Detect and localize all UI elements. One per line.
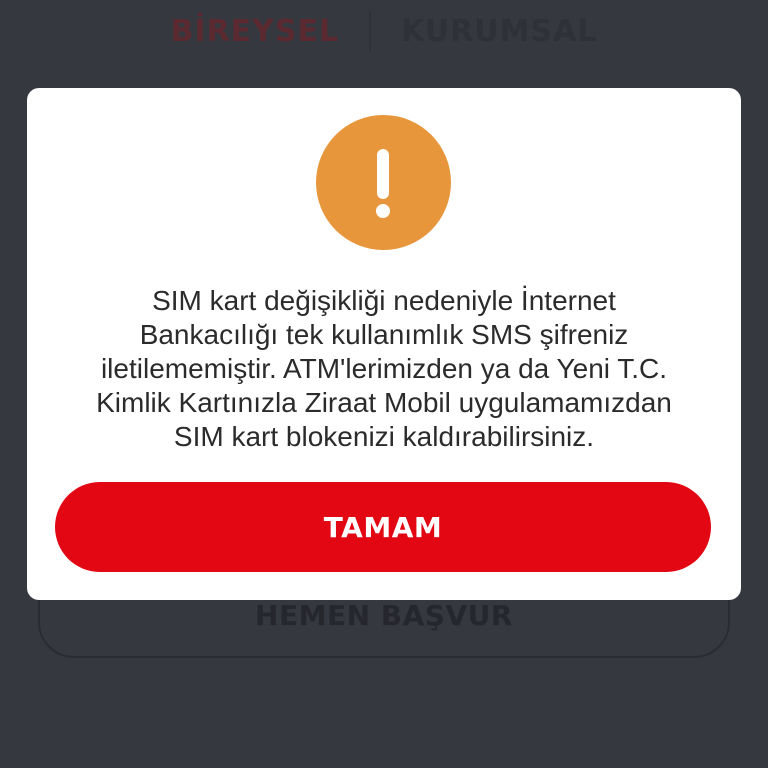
message-line: iletilememiştir. ATM'lerimizden ya da Ye…: [100, 353, 668, 384]
message-line: SIM kart değişikliği nedeniyle İnternet: [152, 285, 616, 316]
message-line: Kimlik Kartınızla Ziraat Mobil uygulamam…: [96, 387, 672, 418]
tab-individual[interactable]: BİREYSEL: [141, 14, 370, 49]
message-line: Bankacılığı tek kullanımlık SMS şifreniz: [139, 319, 629, 350]
screen: BİREYSEL KURUMSAL HEMEN BAŞVUR SIM kart …: [0, 0, 768, 768]
alert-message: SIM kart değişikliği nedeniyle İnternet …: [47, 284, 721, 454]
ok-button[interactable]: TAMAM: [55, 482, 711, 572]
exclamation-warning-icon: [316, 115, 451, 250]
customer-type-segment: BİREYSEL KURUMSAL: [0, 6, 768, 56]
message-line: SIM kart blokenizi kaldırabilirsiniz.: [173, 421, 595, 452]
alert-dialog: SIM kart değişikliği nedeniyle İnternet …: [27, 88, 741, 600]
tab-corporate[interactable]: KURUMSAL: [371, 14, 627, 49]
